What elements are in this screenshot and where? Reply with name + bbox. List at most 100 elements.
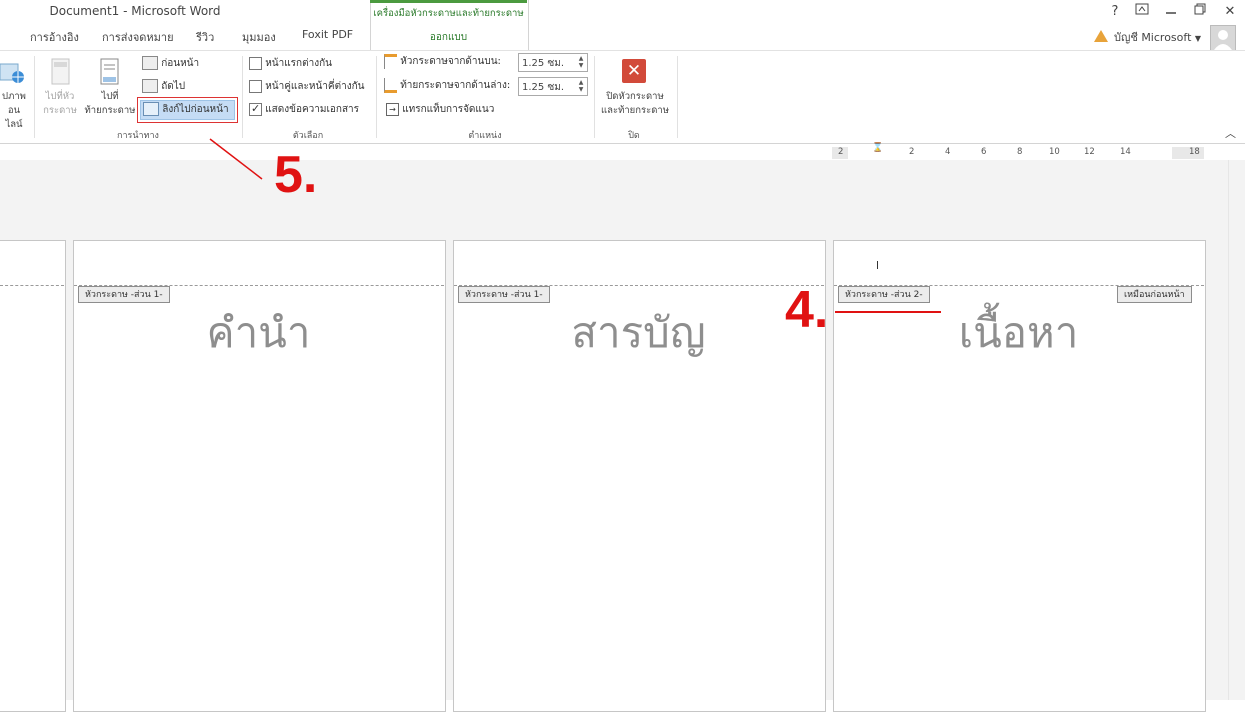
page-heading: เนื้อหา — [958, 308, 1079, 357]
footer-position-icon — [384, 77, 397, 93]
close-group-label: ปิด — [628, 131, 640, 141]
previous-label: ก่อนหน้า — [161, 58, 200, 69]
close-header-footer-button[interactable]: ปิดหัวกระดาษ และท้ายกระดาษ — [597, 90, 673, 118]
checkmark-icon: ✓ — [251, 101, 261, 115]
go-to-header-icon — [50, 58, 72, 86]
header-boundary-line — [0, 285, 64, 286]
show-document-text-label: แสดงข้อความเอกสาร — [265, 104, 360, 115]
close-header-footer-label-1: ปิดหัวกระดาษ — [606, 91, 664, 102]
tab-mailings[interactable]: การส่งจดหมาย — [102, 28, 174, 46]
text-cursor — [877, 261, 878, 269]
page-heading: สารบัญ — [571, 308, 706, 357]
header-position-icon — [384, 53, 397, 69]
next-icon — [142, 79, 158, 93]
position-group-label: ตำแหน่ง — [468, 131, 502, 141]
tab-foxit-pdf[interactable]: Foxit PDF — [302, 28, 353, 46]
show-document-text-checkbox[interactable]: ✓ — [249, 101, 262, 116]
ruler-tick: 14 — [1120, 147, 1131, 157]
online-pictures-button[interactable]: ปภาพ อนไลน์ — [0, 90, 28, 132]
different-first-page-label: หน้าแรกต่างกัน — [265, 58, 332, 69]
different-odd-even-checkbox[interactable] — [249, 79, 262, 93]
chevron-down-icon: ▼ — [1194, 34, 1202, 43]
header-from-top-row: หัวกระดาษจากด้านบน: — [384, 53, 501, 71]
spin-arrows-icon[interactable]: ▲ ▼ — [576, 79, 586, 94]
account-menu[interactable]: บัญชี Microsoft ▼ — [1114, 28, 1201, 46]
page-partial[interactable] — [0, 240, 66, 712]
ruler-tick: 18 — [1189, 147, 1200, 157]
page-heading: คำนำ — [206, 308, 311, 357]
close-header-footer-label-2: และท้ายกระดาษ — [601, 105, 669, 116]
online-pictures-label-1: ปภาพ — [2, 91, 26, 102]
avatar[interactable] — [1210, 25, 1236, 51]
go-to-header-label-2: กระดาษ — [43, 105, 77, 116]
different-odd-even-option[interactable]: หน้าคู่และหน้าคี่ต่างกัน — [249, 78, 364, 96]
tab-review[interactable]: รีวิว — [196, 28, 214, 46]
header-from-top-label: หัวกระดาษจากด้านบน: — [400, 56, 501, 67]
options-group-label: ตัวเลือก — [292, 131, 324, 141]
group-divider — [677, 56, 678, 138]
show-document-text-option[interactable]: ✓ แสดงข้อความเอกสาร — [249, 101, 359, 119]
go-to-footer-label-1: ไปที่ — [101, 91, 119, 102]
ruler-tick: 6 — [981, 147, 987, 157]
tab-view[interactable]: มุมมอง — [242, 28, 276, 46]
online-pictures-icon — [0, 60, 26, 86]
footer-from-bottom-value: 1.25 ซม. — [522, 82, 565, 93]
minimize-icon — [1166, 12, 1176, 14]
annotation-step-4: 4. — [785, 281, 829, 339]
go-to-header-label-1: ไปที่หัว — [45, 91, 75, 102]
minimize-button[interactable] — [1160, 2, 1182, 22]
previous-button[interactable]: ก่อนหน้า — [142, 55, 199, 73]
previous-icon — [142, 56, 158, 70]
go-to-header-button[interactable]: ไปที่หัว กระดาษ — [38, 90, 82, 118]
different-first-page-option[interactable]: หน้าแรกต่างกัน — [249, 55, 332, 73]
group-divider — [594, 56, 595, 138]
close-window-button[interactable]: ✕ — [1219, 2, 1241, 22]
window-title: Document1 - Microsoft Word — [49, 4, 221, 18]
group-divider — [242, 56, 243, 138]
next-button[interactable]: ถัดไป — [142, 78, 185, 96]
next-label: ถัดไป — [161, 81, 186, 92]
ribbon-display-icon — [1135, 3, 1149, 15]
navigation-group-label: การนำทาง — [117, 131, 159, 141]
contextual-group-label: เครื่องมือหัวกระดาษและท้ายกระดาษ — [373, 8, 524, 19]
warning-icon — [1094, 30, 1108, 42]
indent-marker-icon[interactable]: ⌛ — [872, 144, 883, 153]
ruler-tick: 12 — [1084, 147, 1095, 157]
ruler-tick: 8 — [1017, 147, 1023, 157]
group-divider — [376, 56, 377, 138]
vertical-scrollbar[interactable] — [1228, 160, 1245, 700]
online-pictures-label-2: อนไลน์ — [5, 105, 23, 130]
tab-design[interactable]: ออกแบบ — [370, 30, 527, 45]
collapse-ribbon-icon[interactable]: ︿ — [1225, 125, 1236, 141]
link-icon — [143, 102, 159, 116]
ribbon-display-options-button[interactable] — [1131, 2, 1153, 22]
annotation-underline — [835, 311, 941, 313]
close-header-footer-icon: ✕ — [622, 59, 646, 83]
insert-alignment-tab-label: แทรกแท็บการจัดแนว — [402, 104, 495, 115]
ruler-tick: 2 — [909, 147, 915, 157]
footer-from-bottom-row: ท้ายกระดาษจากด้านล่าง: — [384, 77, 510, 95]
different-first-page-checkbox[interactable] — [249, 56, 262, 70]
go-to-footer-label-2: ท้ายกระดาษ — [84, 105, 136, 116]
go-to-footer-button[interactable]: ไปที่ ท้ายกระดาษ — [82, 90, 138, 118]
ruler-tick: 10 — [1049, 147, 1060, 157]
go-to-footer-icon — [99, 58, 121, 86]
header-from-top-value: 1.25 ซม. — [522, 58, 565, 69]
help-button[interactable]: ? — [1104, 2, 1126, 22]
link-to-previous-button[interactable]: ลิงก์ไปก่อนหน้า — [140, 100, 235, 120]
different-odd-even-label: หน้าคู่และหน้าคี่ต่างกัน — [265, 81, 365, 92]
contextual-accent-bar — [370, 0, 527, 3]
footer-from-bottom-label: ท้ายกระดาษจากด้านล่าง: — [400, 80, 511, 91]
header-from-top-input[interactable]: 1.25 ซม. ▲ ▼ — [518, 53, 588, 72]
tab-references[interactable]: การอ้างอิง — [30, 28, 79, 46]
ruler-tick: 4 — [945, 147, 951, 157]
link-to-previous-label: ลิงก์ไปก่อนหน้า — [162, 104, 229, 115]
footer-from-bottom-input[interactable]: 1.25 ซม. ▲ ▼ — [518, 77, 588, 96]
ruler-tick: 2 — [838, 147, 844, 157]
insert-alignment-tab-button[interactable]: → แทรกแท็บการจัดแนว — [386, 101, 494, 119]
account-label: บัญชี Microsoft — [1114, 31, 1192, 44]
restore-button[interactable] — [1189, 2, 1211, 22]
spin-arrows-icon[interactable]: ▲ ▼ — [576, 55, 586, 70]
annotation-pointer-line — [209, 138, 263, 180]
restore-icon — [1194, 3, 1206, 15]
